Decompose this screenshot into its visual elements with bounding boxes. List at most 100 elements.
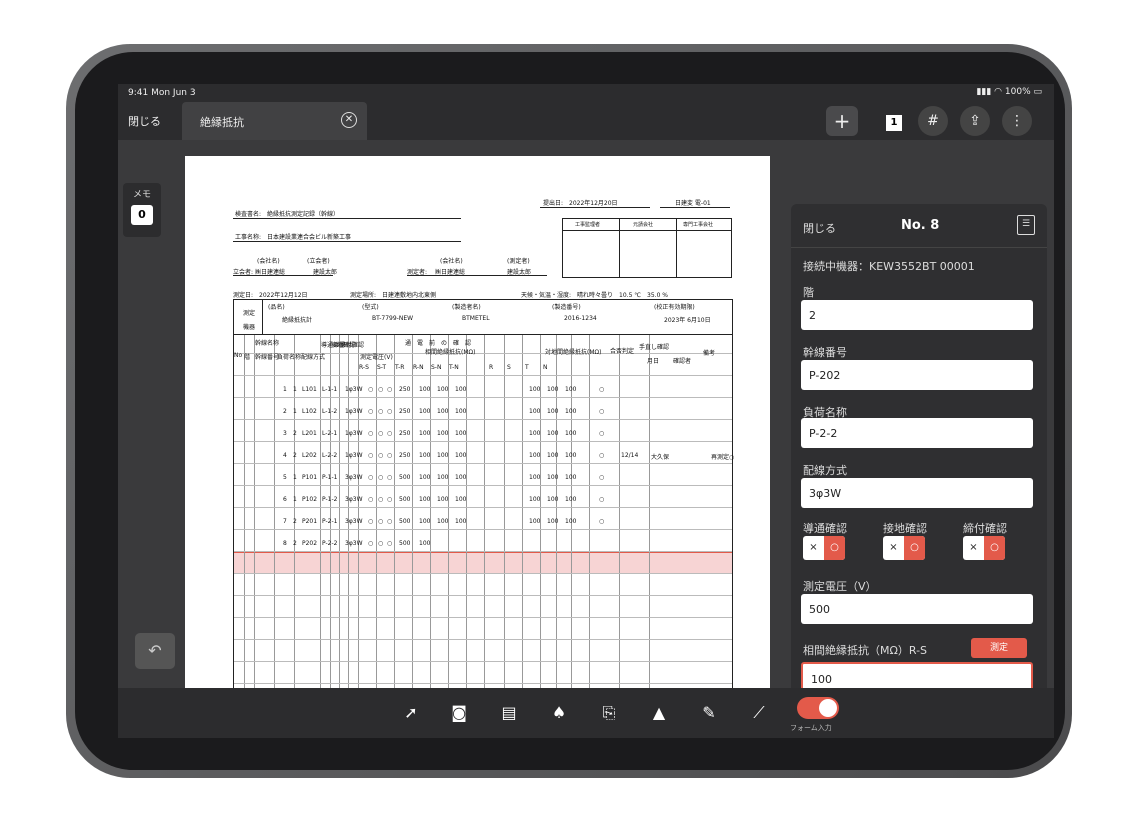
table-cell: 100 bbox=[547, 474, 559, 481]
table-cell: ○ bbox=[378, 474, 384, 481]
o-option[interactable]: ○ bbox=[824, 536, 845, 560]
pointer-icon[interactable]: ➚ bbox=[398, 700, 424, 726]
document-edit-icon[interactable]: ⎘ bbox=[596, 700, 622, 726]
grid-icon[interactable]: # bbox=[918, 106, 948, 136]
header-energize: 通 電 前 の 確 認 bbox=[405, 340, 472, 347]
undo-icon[interactable]: ↶ bbox=[135, 633, 175, 669]
close-icon[interactable]: ✕ bbox=[341, 112, 357, 128]
document-page[interactable]: 提出日: 2022年12月20日 日建変 電-01 検査書名: 絶縁抵抗測定記録… bbox=[185, 156, 770, 688]
table-cell: 100 bbox=[529, 496, 541, 503]
table-cell: 100 bbox=[529, 430, 541, 437]
table-cell: 3φ3W bbox=[345, 540, 363, 547]
rs-label: 相間絶縁抵抗（MΩ）R-S bbox=[803, 644, 928, 657]
divider bbox=[262, 300, 263, 334]
table-cell: ○ bbox=[387, 408, 393, 415]
close-document-button[interactable]: 閉じる bbox=[128, 113, 161, 129]
table-cell: ○ bbox=[387, 474, 393, 481]
underline bbox=[233, 218, 461, 219]
grid-hline bbox=[234, 419, 732, 420]
table-cell: 1 bbox=[283, 386, 287, 393]
table-cell: 100 bbox=[437, 452, 449, 459]
more-icon[interactable]: ⋮ bbox=[1002, 106, 1032, 136]
table-cell: ○ bbox=[368, 518, 374, 525]
stamp-header-1: 工事監理者 bbox=[575, 222, 601, 228]
comment-icon[interactable]: ▤ bbox=[496, 700, 522, 726]
submit-date: 提出日: 2022年12月20日 bbox=[543, 200, 618, 207]
instrument-name-header: (品名) bbox=[268, 304, 285, 311]
table-cell: 100 bbox=[565, 518, 577, 525]
ruler-icon[interactable]: ⟋ bbox=[746, 700, 772, 726]
record-number: No. 8 bbox=[901, 218, 940, 233]
continuity-toggle[interactable]: × ○ bbox=[803, 536, 845, 560]
x-option[interactable]: × bbox=[963, 536, 984, 560]
table-cell: 100 bbox=[529, 452, 541, 459]
table-cell: ○ bbox=[599, 518, 605, 525]
form-input-label: フォーム入力 bbox=[790, 724, 832, 732]
underline bbox=[660, 207, 730, 208]
voltage-input[interactable]: 500 bbox=[801, 594, 1033, 624]
earth-toggle[interactable]: × ○ bbox=[883, 536, 925, 560]
table-cell: P-2-1 bbox=[322, 518, 338, 525]
document-icon[interactable]: ☰ bbox=[1017, 215, 1035, 235]
grid-hline bbox=[234, 617, 732, 618]
wiring-input[interactable]: 3φ3W bbox=[801, 478, 1033, 508]
grid-vline bbox=[484, 335, 485, 688]
table-cell: 100 bbox=[547, 430, 559, 437]
tightening-toggle[interactable]: × ○ bbox=[963, 536, 1005, 560]
table-cell: ○ bbox=[599, 496, 605, 503]
table-cell: ○ bbox=[368, 452, 374, 459]
table-cell: 100 bbox=[565, 474, 577, 481]
header-no: No bbox=[234, 352, 243, 359]
header-st: S-T bbox=[377, 364, 387, 371]
stamp-icon[interactable]: ♠ bbox=[546, 700, 572, 726]
table-cell: 100 bbox=[437, 430, 449, 437]
header-tightening: 締付確認 bbox=[340, 342, 365, 349]
share-icon[interactable]: ⇪ bbox=[960, 106, 990, 136]
table-cell: 100 bbox=[565, 452, 577, 459]
instrument-label2: 機器 bbox=[243, 324, 256, 331]
instrument-name: 絶縁抵抗計 bbox=[282, 317, 313, 324]
table-cell: 100 bbox=[565, 496, 577, 503]
camera-icon[interactable]: ◙ bbox=[446, 700, 472, 726]
form-input-toggle[interactable] bbox=[797, 697, 839, 719]
floor-input[interactable]: 2 bbox=[801, 300, 1033, 330]
table-cell: ○ bbox=[378, 430, 384, 437]
header-n: N bbox=[543, 364, 548, 371]
header-s: S bbox=[507, 364, 511, 371]
x-option[interactable]: × bbox=[803, 536, 824, 560]
grid-hline bbox=[234, 551, 732, 552]
table-cell: 250 bbox=[399, 408, 411, 415]
trunk-input[interactable]: P-202 bbox=[801, 360, 1033, 390]
x-option[interactable]: × bbox=[883, 536, 904, 560]
table-cell: ○ bbox=[387, 496, 393, 503]
header-t: T bbox=[525, 364, 529, 371]
table-cell: ○ bbox=[368, 540, 374, 547]
table-cell: 100 bbox=[529, 474, 541, 481]
table-cell: 100 bbox=[547, 452, 559, 459]
table-cell: ○ bbox=[378, 518, 384, 525]
table-cell: ○ bbox=[378, 386, 384, 393]
header-phase: 相間絶縁抵抗(MΩ) bbox=[425, 349, 476, 356]
load-input[interactable]: P-2-2 bbox=[801, 418, 1033, 448]
grid-hline bbox=[234, 441, 732, 442]
page-icon[interactable]: 1 bbox=[878, 106, 910, 136]
pen-icon[interactable]: ✎ bbox=[696, 700, 722, 726]
instrument-box: 測定 機器 (品名) 絶縁抵抗計 (型式) BT-7799-NEW (製造者名)… bbox=[233, 299, 733, 335]
table-cell: 3φ3W bbox=[345, 474, 363, 481]
table-cell: 100 bbox=[455, 518, 467, 525]
table-cell: L-2-1 bbox=[322, 430, 338, 437]
stamp-header-2: 元請会社 bbox=[633, 222, 654, 228]
measure-button[interactable]: 測定 bbox=[971, 638, 1027, 658]
panel-close-button[interactable]: 閉じる bbox=[803, 220, 836, 236]
table-cell: 100 bbox=[419, 408, 431, 415]
o-option[interactable]: ○ bbox=[904, 536, 925, 560]
grid-vline bbox=[244, 335, 245, 688]
table-cell: ○ bbox=[599, 452, 605, 459]
measurer-person-header: (測定者) bbox=[507, 258, 530, 265]
memo-button[interactable]: メモ 0 bbox=[123, 183, 161, 237]
add-button[interactable]: + bbox=[826, 106, 858, 136]
header-note: 備考 bbox=[703, 350, 716, 357]
shapes-icon[interactable]: ▲ bbox=[646, 700, 672, 726]
o-option[interactable]: ○ bbox=[984, 536, 1005, 560]
tab-active[interactable]: 絶縁抵抗 ✕ bbox=[182, 102, 367, 140]
